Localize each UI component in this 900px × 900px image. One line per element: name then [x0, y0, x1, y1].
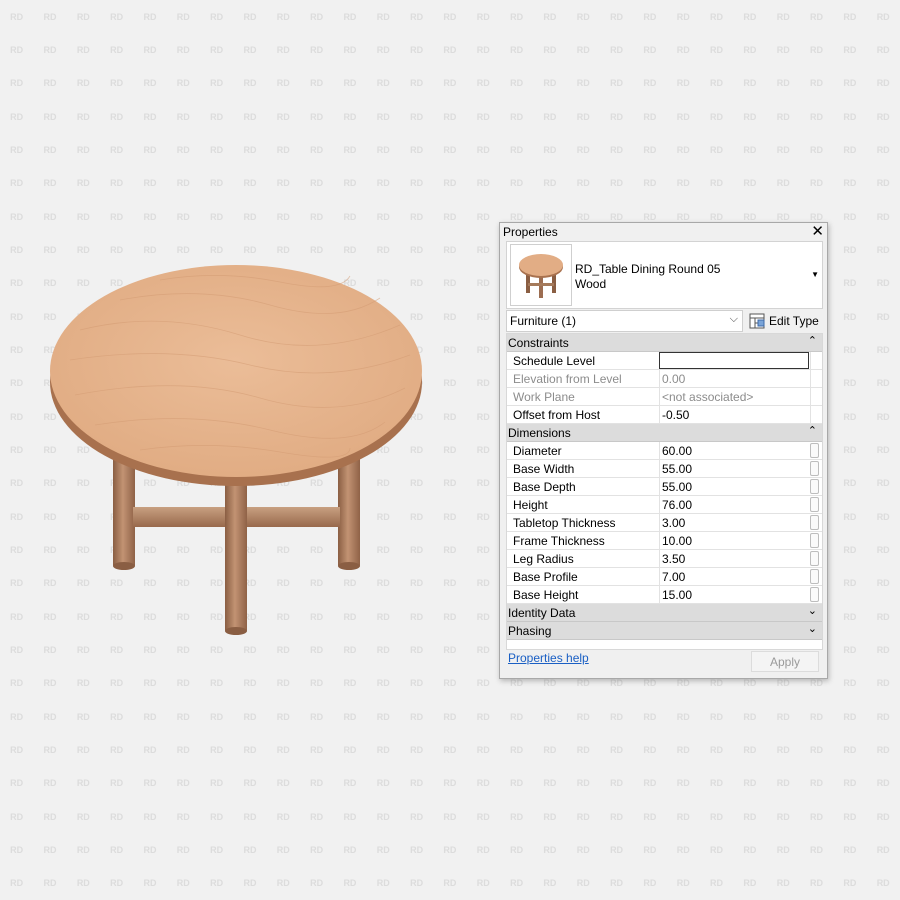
- property-name: Base Profile: [513, 570, 578, 584]
- property-value: 3.00: [662, 516, 686, 530]
- property-name: Frame Thickness: [513, 534, 605, 548]
- associate-parameter-button[interactable]: [810, 569, 819, 584]
- properties-grid: Constraints ⌃ Schedule Level Elevation from…: [506, 333, 823, 650]
- property-value-field[interactable]: 55.00: [659, 478, 810, 495]
- instance-filter-dropdown[interactable]: Furniture (1) ⌵: [506, 310, 743, 332]
- property-value: -0.50: [662, 408, 690, 422]
- property-row: Base Depth 55.00: [507, 478, 822, 496]
- property-value-field[interactable]: 15.00: [659, 586, 810, 603]
- group-name: Constraints: [508, 336, 569, 350]
- property-row: Base Profile 7.00: [507, 568, 822, 586]
- apply-button[interactable]: Apply: [751, 651, 819, 672]
- property-row: Base Width 55.00: [507, 460, 822, 478]
- property-value: 15.00: [662, 588, 693, 602]
- instance-filter-value: Furniture (1): [510, 314, 577, 328]
- type-name: Wood: [575, 277, 607, 291]
- group-header-dimensions[interactable]: Dimensions ⌃: [507, 424, 822, 442]
- property-value: 0.00: [662, 372, 686, 386]
- table-leg-front: [225, 470, 247, 633]
- associate-parameter-button[interactable]: [810, 533, 819, 548]
- properties-titlebar[interactable]: Properties ✕: [500, 223, 827, 241]
- collapse-icon[interactable]: ⌃: [808, 334, 817, 347]
- associate-parameter-button[interactable]: [810, 515, 819, 530]
- column-divider: [810, 370, 811, 387]
- property-row: Work Plane <not associated>: [507, 388, 822, 406]
- tabletop-surface: [50, 265, 422, 477]
- property-value-field: <not associated>: [659, 388, 810, 405]
- group-header-identity-data[interactable]: Identity Data ⌄: [507, 604, 822, 622]
- group-name: Phasing: [508, 624, 552, 638]
- property-name: Elevation from Level: [513, 372, 622, 386]
- associate-parameter-button[interactable]: [810, 479, 819, 494]
- associate-parameter-button[interactable]: [810, 461, 819, 476]
- property-value-field[interactable]: 55.00: [659, 460, 810, 477]
- type-family-name: RD_Table Dining Round 05: [575, 262, 721, 276]
- property-value: 55.00: [662, 462, 693, 476]
- associate-parameter-button[interactable]: [810, 551, 819, 566]
- property-name: Height: [513, 498, 548, 512]
- property-value-field[interactable]: 3.00: [659, 514, 810, 531]
- group-header-constraints[interactable]: Constraints ⌃: [507, 334, 822, 352]
- column-divider: [810, 388, 811, 405]
- property-row: Base Height 15.00: [507, 586, 822, 604]
- property-name: Work Plane: [513, 390, 575, 404]
- property-row: Elevation from Level 0.00: [507, 370, 822, 388]
- table-stretcher-left: [133, 507, 227, 527]
- group-name: Dimensions: [508, 426, 571, 440]
- property-value: 76.00: [662, 498, 693, 512]
- property-value: 60.00: [662, 444, 693, 458]
- close-icon[interactable]: ✕: [811, 222, 824, 240]
- column-divider: [810, 406, 811, 423]
- chevron-down-icon[interactable]: ▼: [811, 270, 819, 279]
- property-row: Offset from Host -0.50: [507, 406, 822, 424]
- property-row: Frame Thickness 10.00: [507, 532, 822, 550]
- property-value: 3.50: [662, 552, 686, 566]
- property-row: Diameter 60.00: [507, 442, 822, 460]
- table-stretcher-right: [246, 507, 340, 527]
- properties-help-link[interactable]: Properties help: [508, 651, 589, 665]
- property-value: 55.00: [662, 480, 693, 494]
- property-value-field[interactable]: [659, 352, 809, 369]
- property-name: Tabletop Thickness: [513, 516, 616, 530]
- property-row: Leg Radius 3.50: [507, 550, 822, 568]
- expand-icon[interactable]: ⌄: [808, 622, 817, 635]
- property-name: Base Depth: [513, 480, 576, 494]
- associate-parameter-button[interactable]: [810, 497, 819, 512]
- table-thumbnail-icon: [519, 254, 563, 298]
- property-name: Diameter: [513, 444, 562, 458]
- type-selector[interactable]: RD_Table Dining Round 05 Wood ▼: [506, 241, 823, 309]
- property-name: Offset from Host: [513, 408, 601, 422]
- property-value-field[interactable]: 60.00: [659, 442, 810, 459]
- expand-icon[interactable]: ⌄: [808, 604, 817, 617]
- property-name: Leg Radius: [513, 552, 574, 566]
- property-value-field[interactable]: 3.50: [659, 550, 810, 567]
- group-name: Identity Data: [508, 606, 576, 620]
- chevron-down-icon: ⌵: [729, 313, 738, 325]
- property-value: 10.00: [662, 534, 693, 548]
- property-value: 7.00: [662, 570, 686, 584]
- property-value-field[interactable]: 10.00: [659, 532, 810, 549]
- property-value-field[interactable]: 7.00: [659, 568, 810, 585]
- property-row: Tabletop Thickness 3.00: [507, 514, 822, 532]
- properties-palette: Properties ✕ RD_Table Dining Round 05 Wo…: [499, 222, 828, 679]
- edit-type-label: Edit Type: [769, 314, 819, 328]
- column-divider: [810, 352, 811, 369]
- property-value-field[interactable]: 76.00: [659, 496, 810, 513]
- property-value-field: 0.00: [659, 370, 810, 387]
- property-value-field[interactable]: -0.50: [659, 406, 810, 423]
- property-value: <not associated>: [662, 390, 754, 404]
- type-thumbnail: [510, 244, 572, 306]
- associate-parameter-button[interactable]: [810, 587, 819, 602]
- property-name: Base Width: [513, 462, 575, 476]
- edit-type-button[interactable]: Edit Type: [749, 312, 819, 330]
- edit-type-icon: [749, 313, 765, 329]
- properties-title: Properties: [503, 225, 558, 239]
- property-name: Schedule Level: [513, 354, 596, 368]
- property-row: Height 76.00: [507, 496, 822, 514]
- property-name: Base Height: [513, 588, 579, 602]
- associate-parameter-button[interactable]: [810, 443, 819, 458]
- collapse-icon[interactable]: ⌃: [808, 424, 817, 437]
- property-row: Schedule Level: [507, 352, 822, 370]
- group-header-phasing[interactable]: Phasing ⌄: [507, 622, 822, 640]
